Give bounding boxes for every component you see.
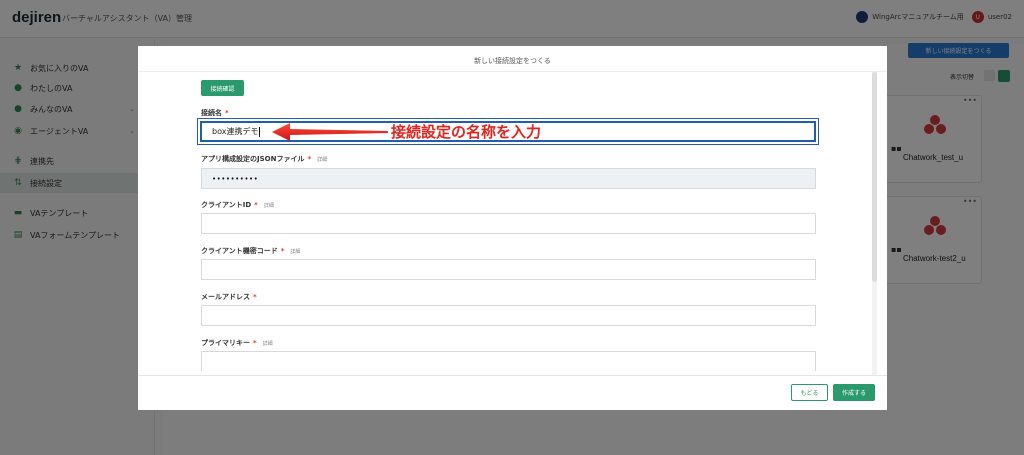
modal-title: 新しい接続設定をつくる [474,57,551,65]
detail-link[interactable]: 詳細 [264,203,274,209]
divider [138,71,887,72]
client-secret-input[interactable] [201,259,816,280]
connection-name-label: 接続名 * [201,109,229,117]
connection-name-value: box連携デモ [212,127,259,136]
email-label: メールアドレス * [201,293,257,301]
detail-link[interactable]: 詳細 [263,341,273,347]
json-file-input[interactable]: •••••••••• [201,168,816,189]
text-caret [259,126,261,137]
scrollbar-thumb[interactable] [872,72,877,282]
new-connection-modal: 新しい接続設定をつくる 接続確認 接続名 * box連携デモ アプリ構成設定のJS… [138,46,887,410]
json-file-value: •••••••••• [212,174,259,183]
client-secret-label: クライアント機密コード * 詳細 [201,247,301,255]
divider [138,375,887,376]
annotation-text: 接続設定の名称を入力 [391,123,542,141]
primary-key-label: プライマリキー * 詳細 [201,339,273,347]
detail-link[interactable]: 詳細 [317,157,327,163]
client-id-input[interactable] [201,213,816,234]
back-button[interactable]: もどる [791,384,828,401]
detail-link[interactable]: 詳細 [290,249,300,255]
connection-check-button[interactable]: 接続確認 [201,80,244,96]
client-id-label: クライアントID * 詳細 [201,201,274,209]
create-button[interactable]: 作成する [833,384,875,401]
email-input[interactable] [201,305,816,326]
primary-key-input[interactable] [201,351,816,371]
annotation-arrow-icon [272,123,388,141]
json-file-label: アプリ構成設定のJSONファイル * 詳細 [201,155,328,163]
